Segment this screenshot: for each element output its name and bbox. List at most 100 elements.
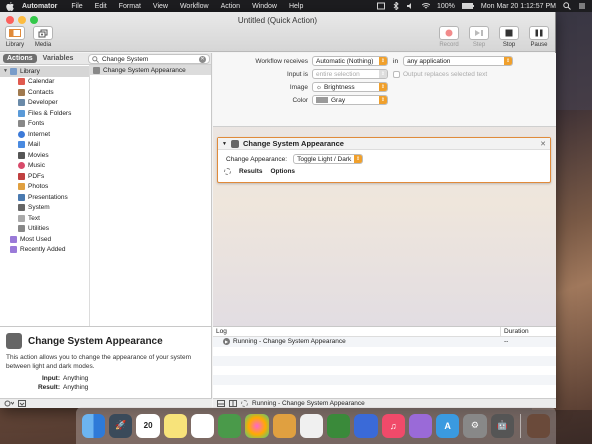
- media-label: Media: [34, 42, 52, 48]
- result-key: Result:: [37, 384, 60, 391]
- library-search-input[interactable]: Change System ✕: [88, 54, 210, 64]
- menu-action[interactable]: Action: [221, 3, 240, 10]
- tree-item-presentations[interactable]: Presentations: [0, 192, 89, 203]
- tree-item-label: System: [28, 204, 50, 212]
- reminders-icon[interactable]: [190, 413, 215, 438]
- tree-item-photos[interactable]: Photos: [0, 182, 89, 193]
- tree-item-mail[interactable]: Mail: [0, 140, 89, 151]
- tree-item-developer[interactable]: Developer: [0, 98, 89, 109]
- menu-window[interactable]: Window: [252, 3, 277, 10]
- smart-folder-icon: [10, 246, 17, 254]
- library-button[interactable]: Library: [4, 26, 26, 48]
- menu-format[interactable]: Format: [119, 3, 141, 10]
- tree-item-library[interactable]: ▼ Library: [0, 66, 89, 77]
- menu-edit[interactable]: Edit: [95, 3, 107, 10]
- record-button[interactable]: Record: [437, 26, 461, 48]
- options-tab[interactable]: Options: [270, 168, 295, 175]
- description-text: This action allows you to change the app…: [6, 354, 191, 370]
- table-row[interactable]: ▶ Running - Change System Appearance --: [213, 337, 556, 347]
- stop-button[interactable]: Stop: [497, 26, 521, 48]
- action-card[interactable]: ▼ Change System Appearance ✕ Change Appe…: [217, 137, 551, 183]
- contacts-app-icon[interactable]: [272, 413, 296, 438]
- close-icon[interactable]: ✕: [540, 140, 546, 148]
- launchpad-icon[interactable]: 🚀: [109, 413, 133, 438]
- gear-icon[interactable]: [4, 400, 14, 407]
- results-tab[interactable]: Results: [239, 168, 262, 175]
- chevron-updown-icon: ⇕: [354, 155, 363, 163]
- automator-icon[interactable]: 🤖: [490, 413, 514, 438]
- system-action-icon: [6, 333, 22, 349]
- tree-item-files-folders[interactable]: Files & Folders: [0, 108, 89, 119]
- tree-item-text[interactable]: Text: [0, 213, 89, 224]
- disclosure-triangle-icon[interactable]: ▼: [3, 68, 8, 74]
- screen-record-icon[interactable]: [377, 2, 385, 10]
- tree-item-utilities[interactable]: Utilities: [0, 224, 89, 235]
- application-select[interactable]: any application ⇕: [403, 56, 514, 66]
- notes-icon[interactable]: [163, 413, 187, 438]
- numbers-icon[interactable]: [327, 413, 351, 438]
- output-replaces-checkbox[interactable]: [393, 70, 400, 78]
- apple-icon[interactable]: [6, 1, 14, 11]
- clock[interactable]: Mon Mar 20 1:12:57 PM: [481, 3, 556, 10]
- system-preferences-icon[interactable]: ⚙: [463, 413, 487, 438]
- search-icon[interactable]: [563, 2, 571, 10]
- pause-button[interactable]: Pause: [527, 26, 551, 48]
- app-menu[interactable]: Automator: [22, 3, 57, 10]
- tree-item-label: Library: [19, 67, 40, 75]
- downloads-stack-icon[interactable]: [526, 413, 550, 438]
- menu-file[interactable]: File: [71, 3, 82, 10]
- battery-percent[interactable]: 100%: [437, 3, 455, 10]
- app-store-icon[interactable]: A: [436, 413, 460, 438]
- bluetooth-icon[interactable]: [392, 2, 400, 10]
- menu-workflow[interactable]: Workflow: [180, 3, 209, 10]
- description-title: Change System Appearance: [28, 335, 163, 347]
- tree-item-most-used[interactable]: Most Used: [0, 234, 89, 245]
- tree-item-recently-added[interactable]: Recently Added: [0, 245, 89, 256]
- tree-item-system[interactable]: System: [0, 203, 89, 214]
- color-select[interactable]: Gray ⇕: [312, 95, 388, 105]
- battery-icon[interactable]: [461, 2, 474, 10]
- menu-help[interactable]: Help: [289, 3, 303, 10]
- list-item[interactable]: Change System Appearance: [90, 65, 211, 75]
- collapse-triangle-icon[interactable]: ▼: [222, 141, 227, 147]
- tree-item-label: Presentations: [28, 193, 68, 201]
- maps-icon[interactable]: [218, 413, 242, 438]
- receives-select[interactable]: Automatic (Nothing) ⇕: [312, 56, 388, 66]
- photos-icon[interactable]: [245, 413, 269, 438]
- tree-item-contacts[interactable]: Contacts: [0, 87, 89, 98]
- contacts-icon: [18, 88, 25, 96]
- input-is-select[interactable]: entire selection ⇕: [312, 69, 388, 79]
- volume-icon[interactable]: [407, 2, 415, 10]
- finder-icon[interactable]: [82, 413, 106, 438]
- step-button[interactable]: Step: [467, 26, 491, 48]
- tree-item-fonts[interactable]: Fonts: [0, 119, 89, 130]
- tree-item-calendar[interactable]: Calendar: [0, 77, 89, 88]
- duration-column-header[interactable]: Duration: [501, 327, 529, 336]
- system-icon: [18, 204, 25, 212]
- notification-center-icon[interactable]: [578, 2, 586, 10]
- toggle-log-icon[interactable]: [217, 400, 225, 407]
- calendar-icon[interactable]: 20: [136, 413, 160, 438]
- log-column-header[interactable]: Log: [213, 327, 501, 336]
- running-icon: ▶: [223, 338, 230, 346]
- pages-icon[interactable]: [299, 413, 324, 438]
- music-app-icon[interactable]: ♫: [381, 413, 405, 438]
- keynote-icon[interactable]: [354, 413, 378, 438]
- tree-item-internet[interactable]: Internet: [0, 129, 89, 140]
- wifi-icon[interactable]: [422, 2, 430, 10]
- image-select[interactable]: ☼ Brightness ⇕: [312, 82, 388, 92]
- toggle-variables-icon[interactable]: [229, 400, 237, 407]
- toggle-description-icon[interactable]: [18, 400, 26, 407]
- tab-variables[interactable]: Variables: [39, 54, 78, 63]
- tree-item-music[interactable]: Music: [0, 161, 89, 172]
- tree-item-pdfs[interactable]: PDFs: [0, 171, 89, 182]
- media-button[interactable]: Media: [32, 26, 54, 48]
- workflow-header: Workflow receives Automatic (Nothing) ⇕ …: [213, 53, 556, 127]
- action-result-label: Change System Appearance: [103, 66, 186, 74]
- clear-search-icon[interactable]: ✕: [199, 55, 206, 63]
- appearance-select[interactable]: Toggle Light / Dark ⇕: [293, 154, 364, 164]
- tree-item-movies[interactable]: Movies: [0, 150, 89, 161]
- tab-actions[interactable]: Actions: [3, 54, 37, 63]
- menu-view[interactable]: View: [153, 3, 168, 10]
- podcasts-icon[interactable]: [408, 413, 433, 438]
